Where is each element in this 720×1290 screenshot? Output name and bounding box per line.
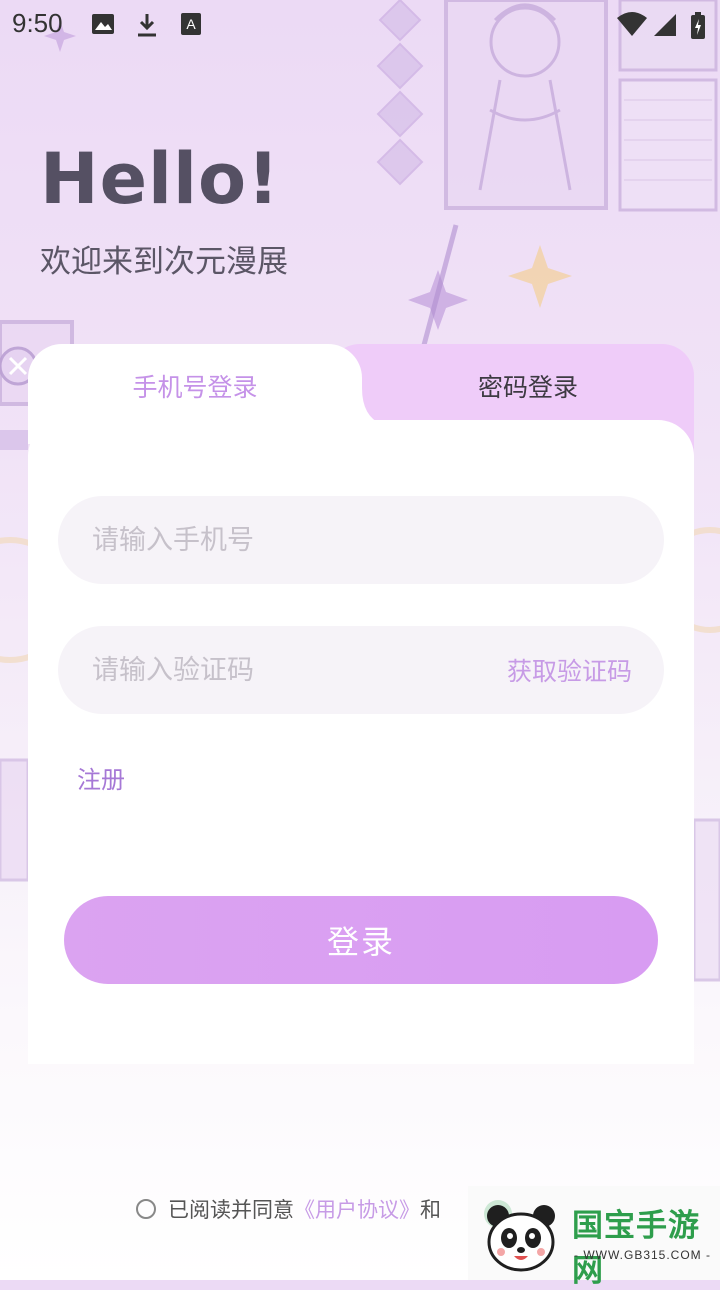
svg-text:A: A [186, 16, 196, 32]
login-button[interactable]: 登录 [64, 896, 658, 984]
tab-phone-login[interactable]: 手机号登录 [28, 344, 362, 444]
phone-input[interactable] [90, 523, 632, 557]
user-agreement-link[interactable]: 《用户协议》 [294, 1194, 420, 1224]
get-code-button[interactable]: 获取验证码 [507, 652, 632, 688]
wifi-icon [617, 12, 647, 36]
hello-title: Hello! [40, 138, 281, 220]
agreement-prefix: 已阅读并同意 [168, 1198, 294, 1222]
tab-password-login-label: 密码登录 [477, 373, 578, 402]
watermark-name: 国宝手游网 [572, 1208, 700, 1289]
register-link[interactable]: 注册 [77, 760, 125, 795]
battery-icon [691, 12, 705, 39]
agree-checkbox[interactable] [136, 1199, 156, 1219]
agreement-and: 和 [420, 1198, 441, 1222]
font-icon: A [181, 13, 201, 35]
verification-code-input[interactable] [90, 653, 507, 687]
tab-phone-login-label: 手机号登录 [132, 373, 258, 402]
status-time: 9:50 [12, 8, 63, 38]
download-icon [138, 14, 156, 37]
watermark: 国宝手游网 - WWW.GB315.COM - [468, 1186, 720, 1289]
image-icon [92, 14, 114, 34]
watermark-url: - WWW.GB315.COM - [574, 1248, 711, 1262]
signal-icon [654, 14, 676, 36]
panda-logo-icon [484, 1200, 555, 1272]
tab-password-login[interactable]: 密码登录 [362, 344, 694, 420]
agreement-row: 已阅读并同意 《用户协议》 和 [136, 1194, 441, 1224]
phone-field[interactable] [58, 496, 664, 584]
status-bar: 9:50 A [0, 0, 720, 50]
code-field[interactable]: 获取验证码 [58, 626, 664, 714]
welcome-subtitle: 欢迎来到次元漫展 [40, 244, 288, 280]
